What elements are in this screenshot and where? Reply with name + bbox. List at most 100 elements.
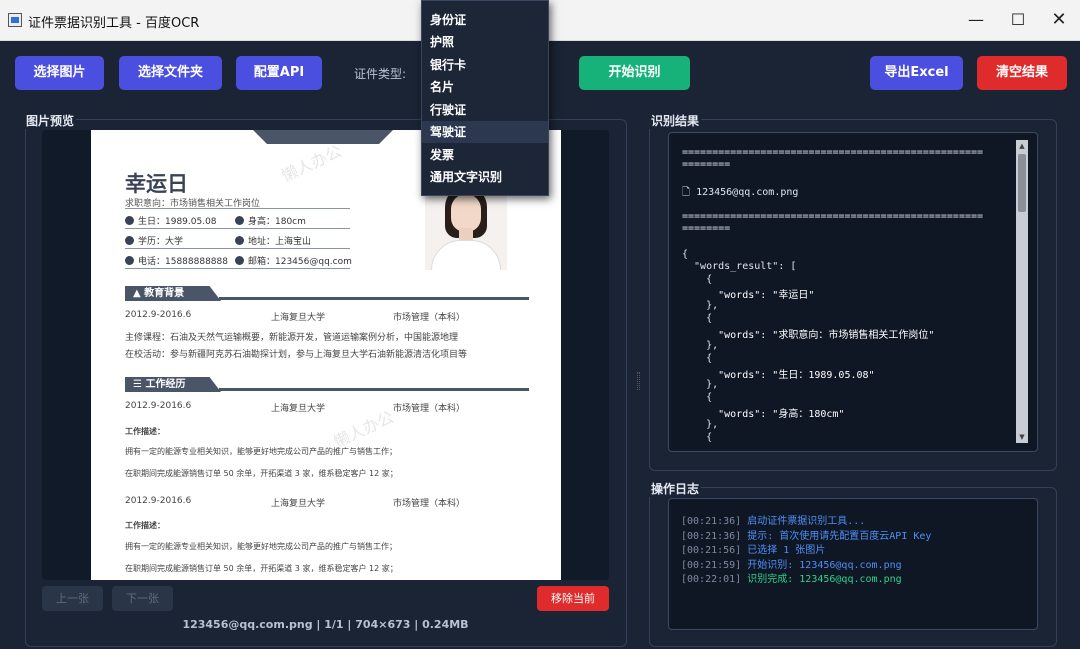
phone-icon	[125, 256, 134, 265]
config-api-button[interactable]: 配置API	[236, 56, 322, 90]
result-line: {	[682, 353, 713, 364]
job2-desc1: 拥有一定的能源专业相关知识，能够更好地完成公司产品的推广与销售工作；	[125, 542, 397, 551]
edu-courses: 主修课程：石油及天然气运输概要，新能源开发，管道运输案例分析，中国能源地理	[125, 333, 459, 343]
select-folder-button[interactable]: 选择文件夹	[119, 56, 222, 90]
resume-name: 幸运日	[125, 172, 188, 196]
result-line: {	[682, 249, 689, 260]
close-button[interactable]: ✕	[1043, 8, 1075, 32]
info-phone: 电话：15888888888	[125, 254, 228, 267]
start-recognition-button[interactable]: 开始识别	[579, 56, 690, 90]
image-preview: 懒人办公 懒人办公 幸运日 求职意向：市场销售相关工作岗位 生日：1989.05…	[42, 130, 609, 580]
maximize-button[interactable]: ☐	[1002, 8, 1034, 32]
prev-image-button[interactable]: 上一张	[42, 586, 103, 611]
job2-role: 市场管理（本科）	[393, 499, 466, 509]
education-icon	[125, 236, 134, 245]
select-image-button[interactable]: 选择图片	[15, 56, 104, 90]
job-desc-label: 工作描述：	[125, 427, 165, 436]
job1-period: 2012.9-2016.6	[125, 401, 192, 411]
result-line: },	[682, 419, 719, 430]
result-line: {	[682, 392, 713, 403]
location-icon	[235, 236, 244, 245]
window-title: 证件票据识别工具 - 百度OCR	[28, 16, 200, 31]
log-entry: [00:21:56] 已选择 1 张图片	[681, 545, 826, 556]
log-entry: [00:22:01] 识别完成: 123456@qq.com.png	[681, 574, 902, 585]
log-entry: [00:21:36] 提示: 首次使用请先配置百度云API Key	[681, 531, 932, 542]
job-desc-label: 工作描述：	[125, 521, 165, 530]
result-line: ========================================…	[682, 211, 984, 222]
result-line: "words": "幸运日"	[682, 290, 815, 301]
result-line: "words": "身高：180cm"	[682, 409, 845, 420]
job1-company: 上海复旦大学	[271, 404, 326, 414]
result-line: ========	[682, 159, 731, 170]
divider	[125, 208, 350, 209]
info-height: 身高：180cm	[235, 214, 306, 227]
cert-type-label: 证件类型:	[354, 67, 407, 81]
result-line: ========	[682, 223, 731, 234]
dropdown-option[interactable]: 护照	[422, 31, 548, 53]
minimize-button[interactable]: —	[960, 8, 992, 32]
file-info: 123456@qq.com.png | 1/1 | 704×673 | 0.24…	[182, 618, 469, 631]
resume-image: 懒人办公 懒人办公 幸运日 求职意向：市场销售相关工作岗位 生日：1989.05…	[91, 130, 561, 580]
scrollbar-thumb[interactable]	[1018, 154, 1026, 212]
result-title: 识别结果	[649, 112, 702, 129]
dropdown-option[interactable]: 名片	[422, 76, 548, 98]
remove-current-button[interactable]: 移除当前	[537, 586, 609, 611]
result-file-line: 🗋 123456@qq.com.png	[682, 187, 799, 198]
info-education: 学历：大学	[125, 234, 183, 247]
edu-period: 2012.9-2016.6	[125, 310, 192, 320]
result-line: },	[682, 379, 719, 390]
divider	[125, 248, 350, 249]
result-line: },	[682, 340, 719, 351]
info-birth: 生日：1989.05.08	[125, 214, 217, 227]
file-icon: 🗋	[682, 187, 697, 198]
info-address: 地址：上海宝山	[235, 234, 311, 247]
splitter-handle[interactable]	[637, 372, 640, 390]
dropdown-option[interactable]: 行驶证	[422, 99, 548, 121]
result-line: {	[682, 313, 713, 324]
dropdown-option[interactable]: 通用文字识别	[422, 166, 548, 188]
divider	[125, 268, 350, 269]
dropdown-option[interactable]: 发票	[422, 144, 548, 166]
section-line	[219, 297, 529, 300]
job1-desc2: 在职期间完成能源销售订单 50 余单，开拓渠道 3 家，维系稳定客户 12 家；	[125, 469, 398, 478]
info-email: 邮箱：123456@qq.com	[235, 254, 352, 267]
log-entry: [00:21:59] 开始识别: 123456@qq.com.png	[681, 560, 902, 571]
edu-school: 上海复旦大学	[271, 313, 326, 323]
scroll-up-icon[interactable]: ▲	[1016, 140, 1028, 152]
result-line: },	[682, 300, 719, 311]
next-image-button[interactable]: 下一张	[112, 586, 173, 611]
edu-activities: 在校活动：参与新疆阿克苏石油勘探计划，参与上海复旦大学石油新能源清洁化项目等	[125, 350, 468, 360]
job2-period: 2012.9-2016.6	[125, 496, 192, 506]
dropdown-option[interactable]: 银行卡	[422, 54, 548, 76]
export-excel-button[interactable]: 导出Excel	[870, 56, 963, 90]
divider	[125, 228, 350, 229]
result-scrollbar[interactable]: ▲ ▼	[1016, 140, 1028, 443]
job2-company: 上海复旦大学	[271, 499, 326, 509]
job2-desc2: 在职期间完成能源销售订单 50 余单，开拓渠道 3 家，维系稳定客户 12 家；	[125, 564, 398, 573]
log-text-area[interactable]: [00:21:36] 启动证件票据识别工具... [00:21:36] 提示: …	[668, 498, 1038, 630]
result-line: ========================================…	[682, 147, 984, 158]
mail-icon	[235, 256, 244, 265]
person-icon	[235, 216, 244, 225]
preview-title: 图片预览	[24, 112, 77, 129]
job1-desc1: 拥有一定的能源专业相关知识，能够更好地完成公司产品的推广与销售工作；	[125, 447, 397, 456]
result-line: {	[682, 432, 713, 443]
result-line: {	[682, 274, 713, 285]
birthday-icon	[125, 216, 134, 225]
section-line	[219, 388, 529, 391]
log-entry: [00:21:36] 启动证件票据识别工具...	[681, 516, 866, 527]
dropdown-option-highlighted[interactable]: 驾驶证	[422, 121, 548, 143]
cert-type-dropdown[interactable]: 身份证 护照 银行卡 名片 行驶证 驾驶证 发票 通用文字识别	[421, 0, 549, 196]
education-section-header: ▲ 教育背景	[125, 286, 221, 301]
job1-role: 市场管理（本科）	[393, 404, 466, 414]
app-icon	[8, 13, 22, 27]
result-line: "words": "求职意向：市场销售相关工作岗位"	[682, 330, 935, 341]
clear-results-button[interactable]: 清空结果	[977, 56, 1067, 90]
scroll-down-icon[interactable]: ▼	[1016, 431, 1028, 443]
result-line: "words_result": [	[682, 261, 797, 272]
log-title: 操作日志	[649, 480, 702, 497]
result-text-area[interactable]: ========================================…	[668, 132, 1038, 452]
edu-major: 市场管理（本科）	[393, 313, 466, 323]
dropdown-option[interactable]: 身份证	[422, 9, 548, 31]
work-section-header: ☰ 工作经历	[125, 377, 221, 392]
